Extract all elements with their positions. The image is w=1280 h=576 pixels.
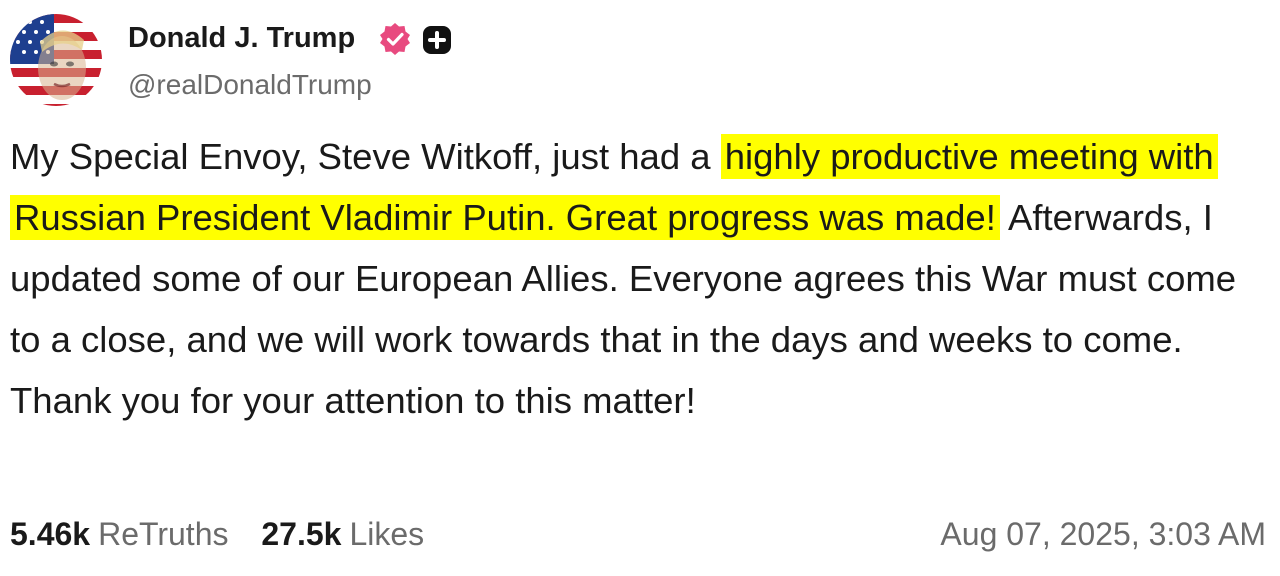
post-body: My Special Envoy, Steve Witkoff, just ha… (10, 126, 1274, 431)
likes-count: 27.5k (261, 516, 342, 552)
avatar[interactable] (10, 14, 102, 106)
post-card: Donald J. Trump @realDonaldTrump My Spec… (0, 0, 1280, 576)
plus-badge-icon (423, 26, 451, 54)
user-handle[interactable]: @realDonaldTrump (128, 69, 372, 101)
avatar-image (10, 14, 102, 106)
verified-badge-icon (380, 23, 410, 55)
likes-stat[interactable]: 27.5k Likes (261, 516, 424, 553)
post-timestamp[interactable]: Aug 07, 2025, 3:03 AM (940, 516, 1266, 553)
retruths-count: 5.46k (10, 516, 91, 552)
post-text-segment: My Special Envoy, Steve Witkoff, just ha… (10, 136, 721, 177)
post-stats: 5.46k ReTruths 27.5k Likes (10, 516, 448, 553)
display-name[interactable]: Donald J. Trump (128, 22, 355, 55)
likes-label: Likes (349, 516, 425, 552)
retruths-label: ReTruths (98, 516, 229, 552)
retruths-stat[interactable]: 5.46k ReTruths (10, 516, 228, 553)
